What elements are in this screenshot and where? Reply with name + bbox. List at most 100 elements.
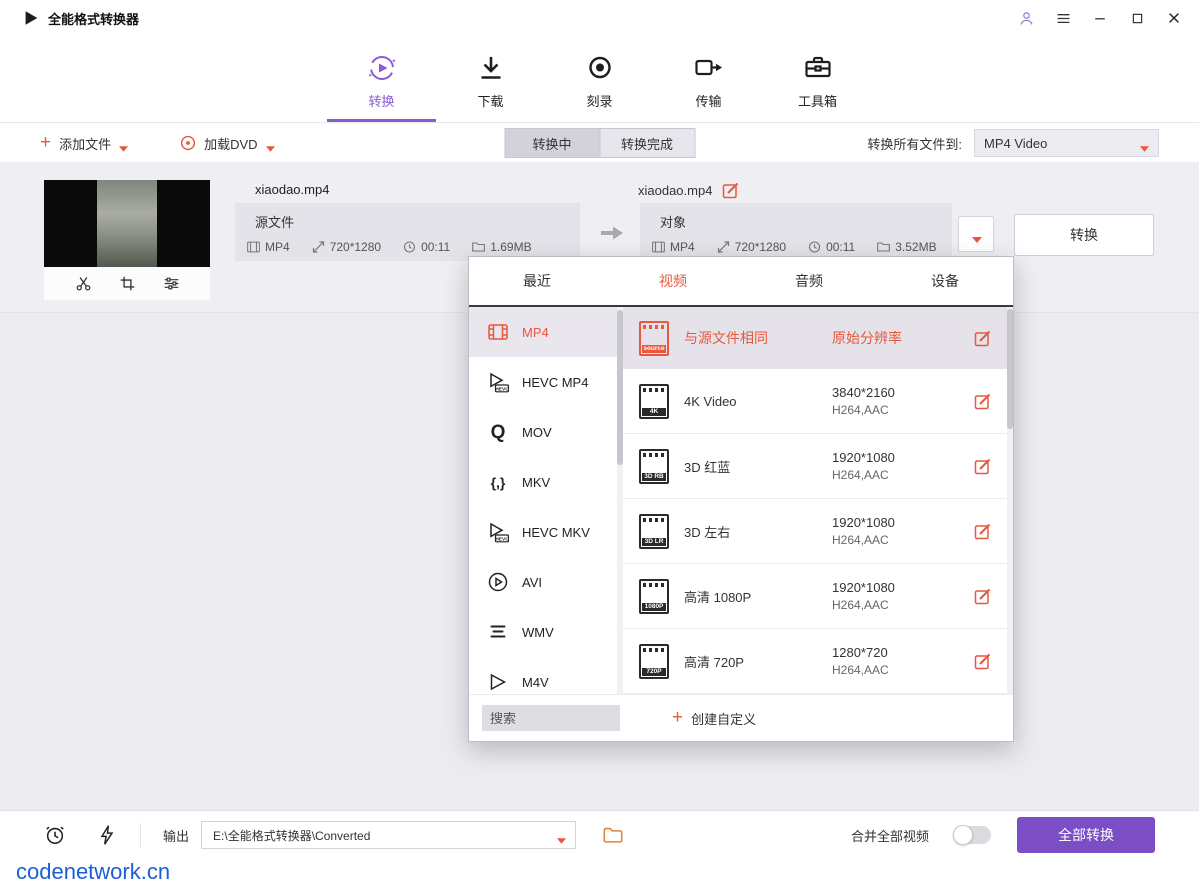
clock-icon xyxy=(808,241,821,253)
menu-icon[interactable] xyxy=(1054,9,1072,27)
nav-tab-transfer[interactable]: 传输 xyxy=(654,36,763,122)
nav-tab-convert[interactable]: 转换 xyxy=(327,36,436,122)
caret-down-icon xyxy=(119,140,128,146)
preset-specs: 3840*2160 H264,AAC xyxy=(832,385,974,417)
resolution-icon xyxy=(717,241,730,253)
format-label: M4V xyxy=(522,675,549,690)
output-format-select[interactable]: MP4 Video xyxy=(974,129,1159,157)
preset-hd-720p[interactable]: 720P 高清 720P 1280*720 H264,AAC xyxy=(623,629,1013,694)
search-input[interactable] xyxy=(482,705,620,731)
avi-icon xyxy=(487,571,509,593)
main-nav: 转换 下载 刻录 传输 工具箱 xyxy=(0,36,1199,122)
preset-specs: 1920*1080 H264,AAC xyxy=(832,580,974,612)
format-item-m4v[interactable]: M4V xyxy=(469,657,617,694)
output-path-combo[interactable] xyxy=(201,821,576,849)
effects-adjust-icon[interactable] xyxy=(163,275,180,292)
output-path-input[interactable] xyxy=(211,827,549,843)
trim-scissors-icon[interactable] xyxy=(75,275,92,292)
nav-label: 工具箱 xyxy=(798,91,837,110)
add-file-button[interactable]: + 添加文件 xyxy=(40,134,128,153)
tab-audio[interactable]: 音频 xyxy=(741,257,877,305)
video-thumbnail[interactable] xyxy=(44,180,210,300)
preset-name: 高清 720P xyxy=(684,652,832,671)
edit-preset-icon[interactable] xyxy=(974,330,991,347)
preset-same-as-source[interactable]: source 与源文件相同 原始分辨率 xyxy=(623,307,1013,369)
preset-name: 与源文件相同 xyxy=(684,328,832,348)
format-item-mov[interactable]: Q MOV xyxy=(469,407,617,457)
load-dvd-button[interactable]: 加载DVD xyxy=(180,134,274,153)
preset-codec: H264,AAC xyxy=(832,468,974,482)
preset-3d-red-blue[interactable]: 3D RB 3D 红蓝 1920*1080 H264,AAC xyxy=(623,434,1013,499)
edit-preset-icon[interactable] xyxy=(974,393,991,410)
add-file-label: 添加文件 xyxy=(59,134,111,153)
edit-preset-icon[interactable] xyxy=(974,653,991,670)
convert-all-button[interactable]: 全部转换 xyxy=(1017,817,1155,853)
target-format: MP4 xyxy=(652,240,695,254)
format-item-hevc-mp4[interactable]: HEVC HEVC MP4 xyxy=(469,357,617,407)
target-title: 对象 xyxy=(640,203,952,231)
format-item-hevc-mkv[interactable]: HEVC HEVC MKV xyxy=(469,507,617,557)
user-icon[interactable] xyxy=(1017,9,1035,27)
wmv-icon xyxy=(487,621,509,643)
hevc-mkv-icon: HEVC xyxy=(487,521,509,543)
source-meta: MP4 720*1280 00:11 1.69MB xyxy=(235,231,580,254)
tab-video[interactable]: 视频 xyxy=(605,257,741,305)
merge-toggle[interactable] xyxy=(953,826,991,844)
preset-badge: 1080P xyxy=(642,603,666,611)
toolbar: + 添加文件 加载DVD 转换中 转换完成 转换所有文件到: MP4 Video xyxy=(0,122,1199,164)
preset-4k-video[interactable]: 4K 4K Video 3840*2160 H264,AAC xyxy=(623,369,1013,434)
tab-recent[interactable]: 最近 xyxy=(469,257,605,305)
merge-all-label: 合并全部视频 xyxy=(851,826,929,845)
mkv-icon: {,} xyxy=(487,471,509,493)
maximize-icon[interactable] xyxy=(1128,9,1146,27)
format-panel-footer: + 创建自定义 xyxy=(469,694,1013,741)
folder-small-icon xyxy=(472,241,485,253)
nav-tab-toolbox[interactable]: 工具箱 xyxy=(763,36,872,122)
crop-icon[interactable] xyxy=(119,275,136,292)
film-holes xyxy=(643,325,665,329)
edit-preset-icon[interactable] xyxy=(974,458,991,475)
scrollbar-thumb[interactable] xyxy=(1007,309,1013,429)
convert-file-button[interactable]: 转换 xyxy=(1014,214,1154,256)
edit-target-name-icon[interactable] xyxy=(722,182,739,199)
film-holes xyxy=(643,388,665,392)
resolution-icon xyxy=(312,241,325,253)
format-item-wmv[interactable]: WMV xyxy=(469,607,617,657)
divider xyxy=(140,823,141,847)
preset-file-icon: 4K xyxy=(639,384,669,419)
watermark-link[interactable]: codenetwork.cn xyxy=(16,859,170,885)
preset-hd-1080p[interactable]: 1080P 高清 1080P 1920*1080 H264,AAC xyxy=(623,564,1013,629)
nav-label: 转换 xyxy=(368,91,394,110)
format-item-avi[interactable]: AVI xyxy=(469,557,617,607)
schedule-alarm-icon[interactable] xyxy=(44,824,66,846)
titlebar-controls xyxy=(1017,9,1183,27)
format-select-panel: 最近 视频 音频 设备 MP4 HEVC HEVC MP4 xyxy=(468,256,1014,742)
toggle-knob xyxy=(953,825,973,845)
edit-preset-icon[interactable] xyxy=(974,523,991,540)
preset-resolution: 1920*1080 xyxy=(832,450,974,465)
format-panel-body: MP4 HEVC HEVC MP4 Q MOV {,} xyxy=(469,307,1013,694)
nav-tab-burn[interactable]: 刻录 xyxy=(545,36,654,122)
create-custom-button[interactable]: + 创建自定义 xyxy=(672,709,756,728)
open-folder-icon[interactable] xyxy=(602,824,624,846)
preset-codec: H264,AAC xyxy=(832,533,974,547)
film-holes xyxy=(643,583,665,587)
tab-converting[interactable]: 转换中 xyxy=(504,128,600,158)
svg-text:HEVC: HEVC xyxy=(495,536,509,542)
edit-preset-icon[interactable] xyxy=(974,588,991,605)
tab-device[interactable]: 设备 xyxy=(877,257,1013,305)
target-format-dropdown-button[interactable] xyxy=(958,216,994,252)
preset-list-scrollbar[interactable] xyxy=(1007,307,1013,694)
nav-tab-download[interactable]: 下载 xyxy=(436,36,545,122)
caret-down-icon[interactable] xyxy=(557,832,566,838)
high-speed-lightning-icon[interactable] xyxy=(96,824,118,846)
tab-converted[interactable]: 转换完成 xyxy=(600,128,695,158)
minimize-icon[interactable] xyxy=(1091,9,1109,27)
format-list-scrollbar[interactable] xyxy=(617,307,623,694)
format-item-mkv[interactable]: {,} MKV xyxy=(469,457,617,507)
close-icon[interactable] xyxy=(1165,9,1183,27)
format-item-mp4[interactable]: MP4 xyxy=(469,307,617,357)
scrollbar-thumb[interactable] xyxy=(617,310,623,465)
output-format-value: MP4 Video xyxy=(984,136,1047,151)
preset-3d-left-right[interactable]: 3D LR 3D 左右 1920*1080 H264,AAC xyxy=(623,499,1013,564)
